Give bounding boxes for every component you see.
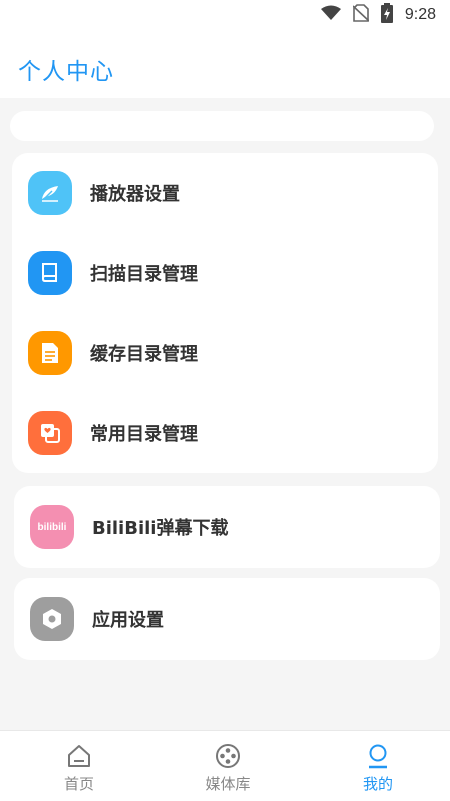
- bilibili-logo-text: bilibili: [37, 521, 67, 533]
- menu-item-bilibili-danmaku[interactable]: bilibili BiliBili弹幕下载: [14, 487, 440, 567]
- menu-item-scan-directory[interactable]: 扫描目录管理: [12, 233, 438, 313]
- status-bar: 9:28: [0, 0, 450, 28]
- nav-item-media-library[interactable]: 媒体库: [153, 731, 303, 801]
- app-settings-card: 应用设置: [14, 578, 440, 660]
- menu-item-player-settings[interactable]: 播放器设置: [12, 153, 438, 233]
- battery-charging-icon: [380, 3, 393, 27]
- nav-label: 我的: [362, 775, 393, 793]
- bilibili-card: bilibili BiliBili弹幕下载: [14, 486, 440, 568]
- menu-item-label: 常用目录管理: [90, 424, 198, 445]
- nav-label: 媒体库: [205, 775, 251, 793]
- feather-icon: [28, 171, 72, 215]
- film-reel-icon: [215, 743, 241, 769]
- book-icon: [28, 251, 72, 295]
- bottom-navigation: 首页 媒体库 我的: [0, 730, 450, 801]
- menu-item-label: 应用设置: [92, 610, 164, 631]
- user-icon: [365, 743, 391, 769]
- menu-item-label: 缓存目录管理: [90, 344, 198, 365]
- menu-item-label: BiliBili弹幕下载: [92, 518, 229, 539]
- content-area: 播放器设置 扫描目录管理 缓存目录管理 常用目录管理 bilibili Bili…: [0, 98, 450, 730]
- nav-item-home[interactable]: 首页: [4, 731, 154, 801]
- no-sim-icon: [352, 4, 370, 26]
- status-icons: 9:28: [320, 3, 436, 27]
- home-icon: [66, 743, 92, 769]
- wifi-icon: [320, 5, 341, 25]
- document-icon: [28, 331, 72, 375]
- folder-heart-icon: [28, 411, 72, 455]
- settings-card-group: 播放器设置 扫描目录管理 缓存目录管理 常用目录管理: [12, 153, 438, 473]
- menu-item-common-directory[interactable]: 常用目录管理: [12, 393, 438, 473]
- bilibili-logo-icon: bilibili: [30, 505, 74, 549]
- menu-item-label: 播放器设置: [90, 184, 180, 205]
- nav-label: 首页: [63, 775, 94, 793]
- menu-item-label: 扫描目录管理: [90, 264, 198, 285]
- page-title: 个人中心: [18, 59, 114, 85]
- header: 个人中心: [0, 28, 450, 98]
- menu-item-cache-directory[interactable]: 缓存目录管理: [12, 313, 438, 393]
- empty-card: [10, 111, 434, 141]
- nav-item-mine[interactable]: 我的: [303, 731, 450, 801]
- status-time: 9:28: [404, 6, 436, 23]
- menu-item-app-settings[interactable]: 应用设置: [14, 579, 440, 659]
- hexagon-settings-icon: [30, 597, 74, 641]
